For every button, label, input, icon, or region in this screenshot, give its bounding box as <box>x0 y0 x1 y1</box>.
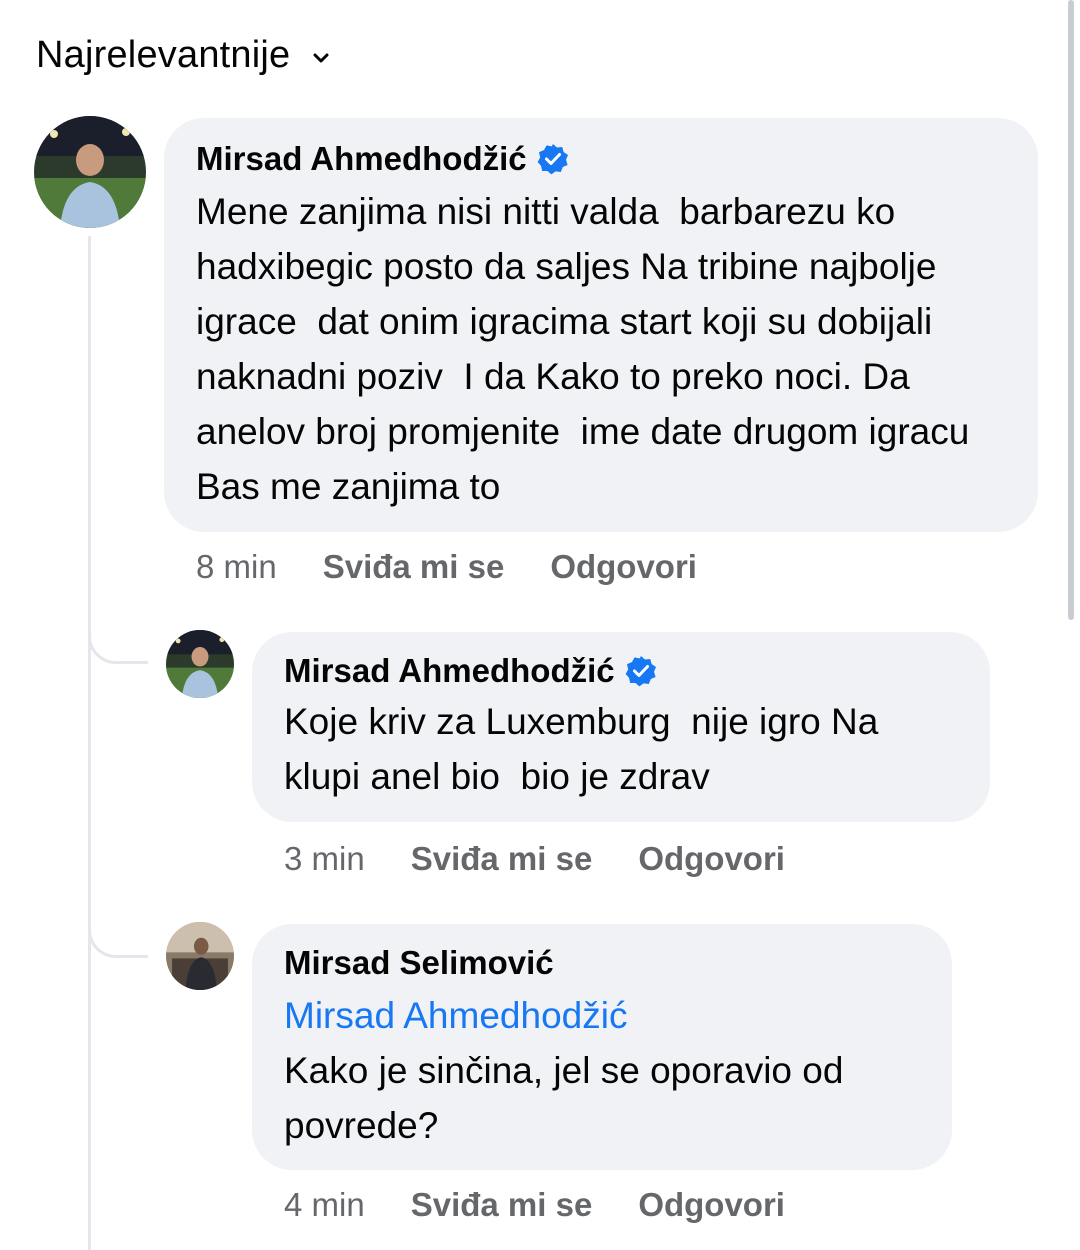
thread-connector <box>88 918 148 958</box>
like-button[interactable]: Sviđa mi se <box>411 840 593 878</box>
comment-text: Mene zanjima nisi nitti valda barbarezu … <box>196 191 990 507</box>
comment-text: Koje kriv za Luxemburg nije igro Na klup… <box>284 701 889 797</box>
comment-bubble: Mirsad Selimović Mirsad Ahmedhodžić Kako… <box>252 924 952 1170</box>
avatar[interactable] <box>166 922 234 990</box>
like-button[interactable]: Sviđa mi se <box>411 1186 593 1224</box>
profile-photo <box>166 922 234 990</box>
comments-panel: Najrelevantnije Mirsad Ahmedhodžić Mene <box>0 0 1080 1250</box>
reply-button[interactable]: Odgovori <box>638 1186 785 1224</box>
comment-actions: 8 min Sviđa mi se Odgovori <box>196 548 697 586</box>
chevron-down-icon <box>313 53 329 62</box>
thread-line <box>88 236 91 1250</box>
comment-time[interactable]: 8 min <box>196 548 277 586</box>
verified-badge-icon <box>625 656 656 687</box>
avatar[interactable] <box>166 630 234 698</box>
comment-author[interactable]: Mirsad Ahmedhodžić <box>196 140 527 178</box>
comment-actions: 4 min Sviđa mi se Odgovori <box>284 1186 785 1224</box>
profile-photo <box>166 630 234 698</box>
thread-connector <box>88 624 148 664</box>
comment-author[interactable]: Mirsad Selimović <box>284 944 554 982</box>
comment-time[interactable]: 4 min <box>284 1186 365 1224</box>
reply-button[interactable]: Odgovori <box>550 548 697 586</box>
avatar[interactable] <box>34 116 146 228</box>
comment-actions: 3 min Sviđa mi se Odgovori <box>284 840 785 878</box>
sort-dropdown[interactable]: Najrelevantnije <box>36 34 330 77</box>
comment-bubble: Mirsad Ahmedhodžić Mene zanjima nisi nit… <box>164 118 1038 532</box>
reply-button[interactable]: Odgovori <box>638 840 785 878</box>
comment-text: Kako je sinčina, jel se oporavio od povr… <box>284 1050 854 1146</box>
profile-photo <box>34 116 146 228</box>
sort-label: Najrelevantnije <box>36 34 291 76</box>
mention-link[interactable]: Mirsad Ahmedhodžić <box>284 988 920 1043</box>
scrollbar[interactable] <box>1068 0 1074 620</box>
like-button[interactable]: Sviđa mi se <box>323 548 505 586</box>
comment-author[interactable]: Mirsad Ahmedhodžić <box>284 652 615 690</box>
comment-time[interactable]: 3 min <box>284 840 365 878</box>
verified-badge-icon <box>537 144 568 175</box>
comment-bubble: Mirsad Ahmedhodžić Koje kriv za Luxembur… <box>252 632 990 822</box>
